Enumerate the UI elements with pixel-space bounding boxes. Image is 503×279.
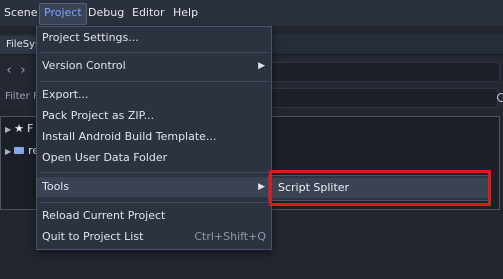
chevron-right-icon[interactable]: ▶ (5, 147, 11, 156)
tools-submenu: Script Spliter (268, 175, 491, 201)
tree-item-favorites[interactable]: ▶ ★ F (5, 121, 33, 137)
menu-item-install-android-template[interactable]: Install Android Build Template... (37, 127, 271, 147)
menu-item-label: Version Control (42, 59, 126, 72)
search-icon[interactable] (497, 93, 503, 102)
menu-item-quit-to-project-list[interactable]: Quit to Project List Ctrl+Shift+Q (37, 227, 271, 247)
path-field[interactable] (268, 62, 500, 82)
tree-item-label: F (27, 122, 34, 135)
menu-item-script-spliter[interactable]: Script Spliter (271, 178, 488, 198)
menu-item-label: Tools (42, 180, 70, 193)
forward-arrow-icon[interactable]: › (17, 63, 29, 79)
menu-separator (39, 172, 269, 173)
menu-item-tools[interactable]: Tools ▶ (37, 177, 271, 197)
menu-item-label: Script Spliter (278, 181, 350, 194)
menu-item-label: Install Android Build Template... (42, 130, 217, 143)
tree-item-res[interactable]: ▶ re (5, 143, 39, 159)
menu-item-label: Open User Data Folder (42, 151, 168, 164)
shortcut-label: Ctrl+Shift+Q (194, 230, 266, 243)
menu-item-label: Project Settings... (42, 31, 139, 44)
filter-field[interactable] (268, 88, 498, 108)
submenu-arrow-icon: ▶ (258, 61, 265, 71)
menu-editor[interactable]: Editor (128, 3, 169, 23)
menu-item-pack-zip[interactable]: Pack Project as ZIP... (37, 106, 271, 126)
menu-item-label: Reload Current Project (42, 209, 166, 222)
back-arrow-icon[interactable]: ‹ (3, 63, 15, 79)
menu-scene[interactable]: Scene (0, 3, 42, 23)
menu-item-label: Export... (42, 88, 89, 101)
submenu-arrow-icon: ▶ (258, 182, 265, 192)
menu-item-open-user-data[interactable]: Open User Data Folder (37, 148, 271, 168)
menu-project[interactable]: Project (39, 3, 87, 25)
menu-help[interactable]: Help (169, 3, 202, 23)
menu-item-project-settings[interactable]: Project Settings... (37, 28, 271, 48)
menu-debug[interactable]: Debug (84, 3, 128, 23)
menu-bar: Scene Project Debug Editor Help (0, 0, 503, 26)
menu-item-export[interactable]: Export... (37, 85, 271, 105)
menu-separator (39, 202, 269, 203)
menu-item-label: Quit to Project List (42, 230, 144, 243)
menu-item-label: Pack Project as ZIP... (42, 109, 155, 122)
star-icon: ★ (14, 122, 25, 135)
menu-item-version-control[interactable]: Version Control ▶ (37, 56, 271, 76)
folder-icon (14, 146, 25, 154)
menu-item-reload-project[interactable]: Reload Current Project (37, 206, 271, 226)
project-menu-dropdown: Project Settings... Version Control ▶ Ex… (36, 26, 272, 250)
chevron-right-icon[interactable]: ▶ (5, 125, 11, 134)
menu-separator (39, 52, 269, 53)
menu-separator (39, 81, 269, 82)
